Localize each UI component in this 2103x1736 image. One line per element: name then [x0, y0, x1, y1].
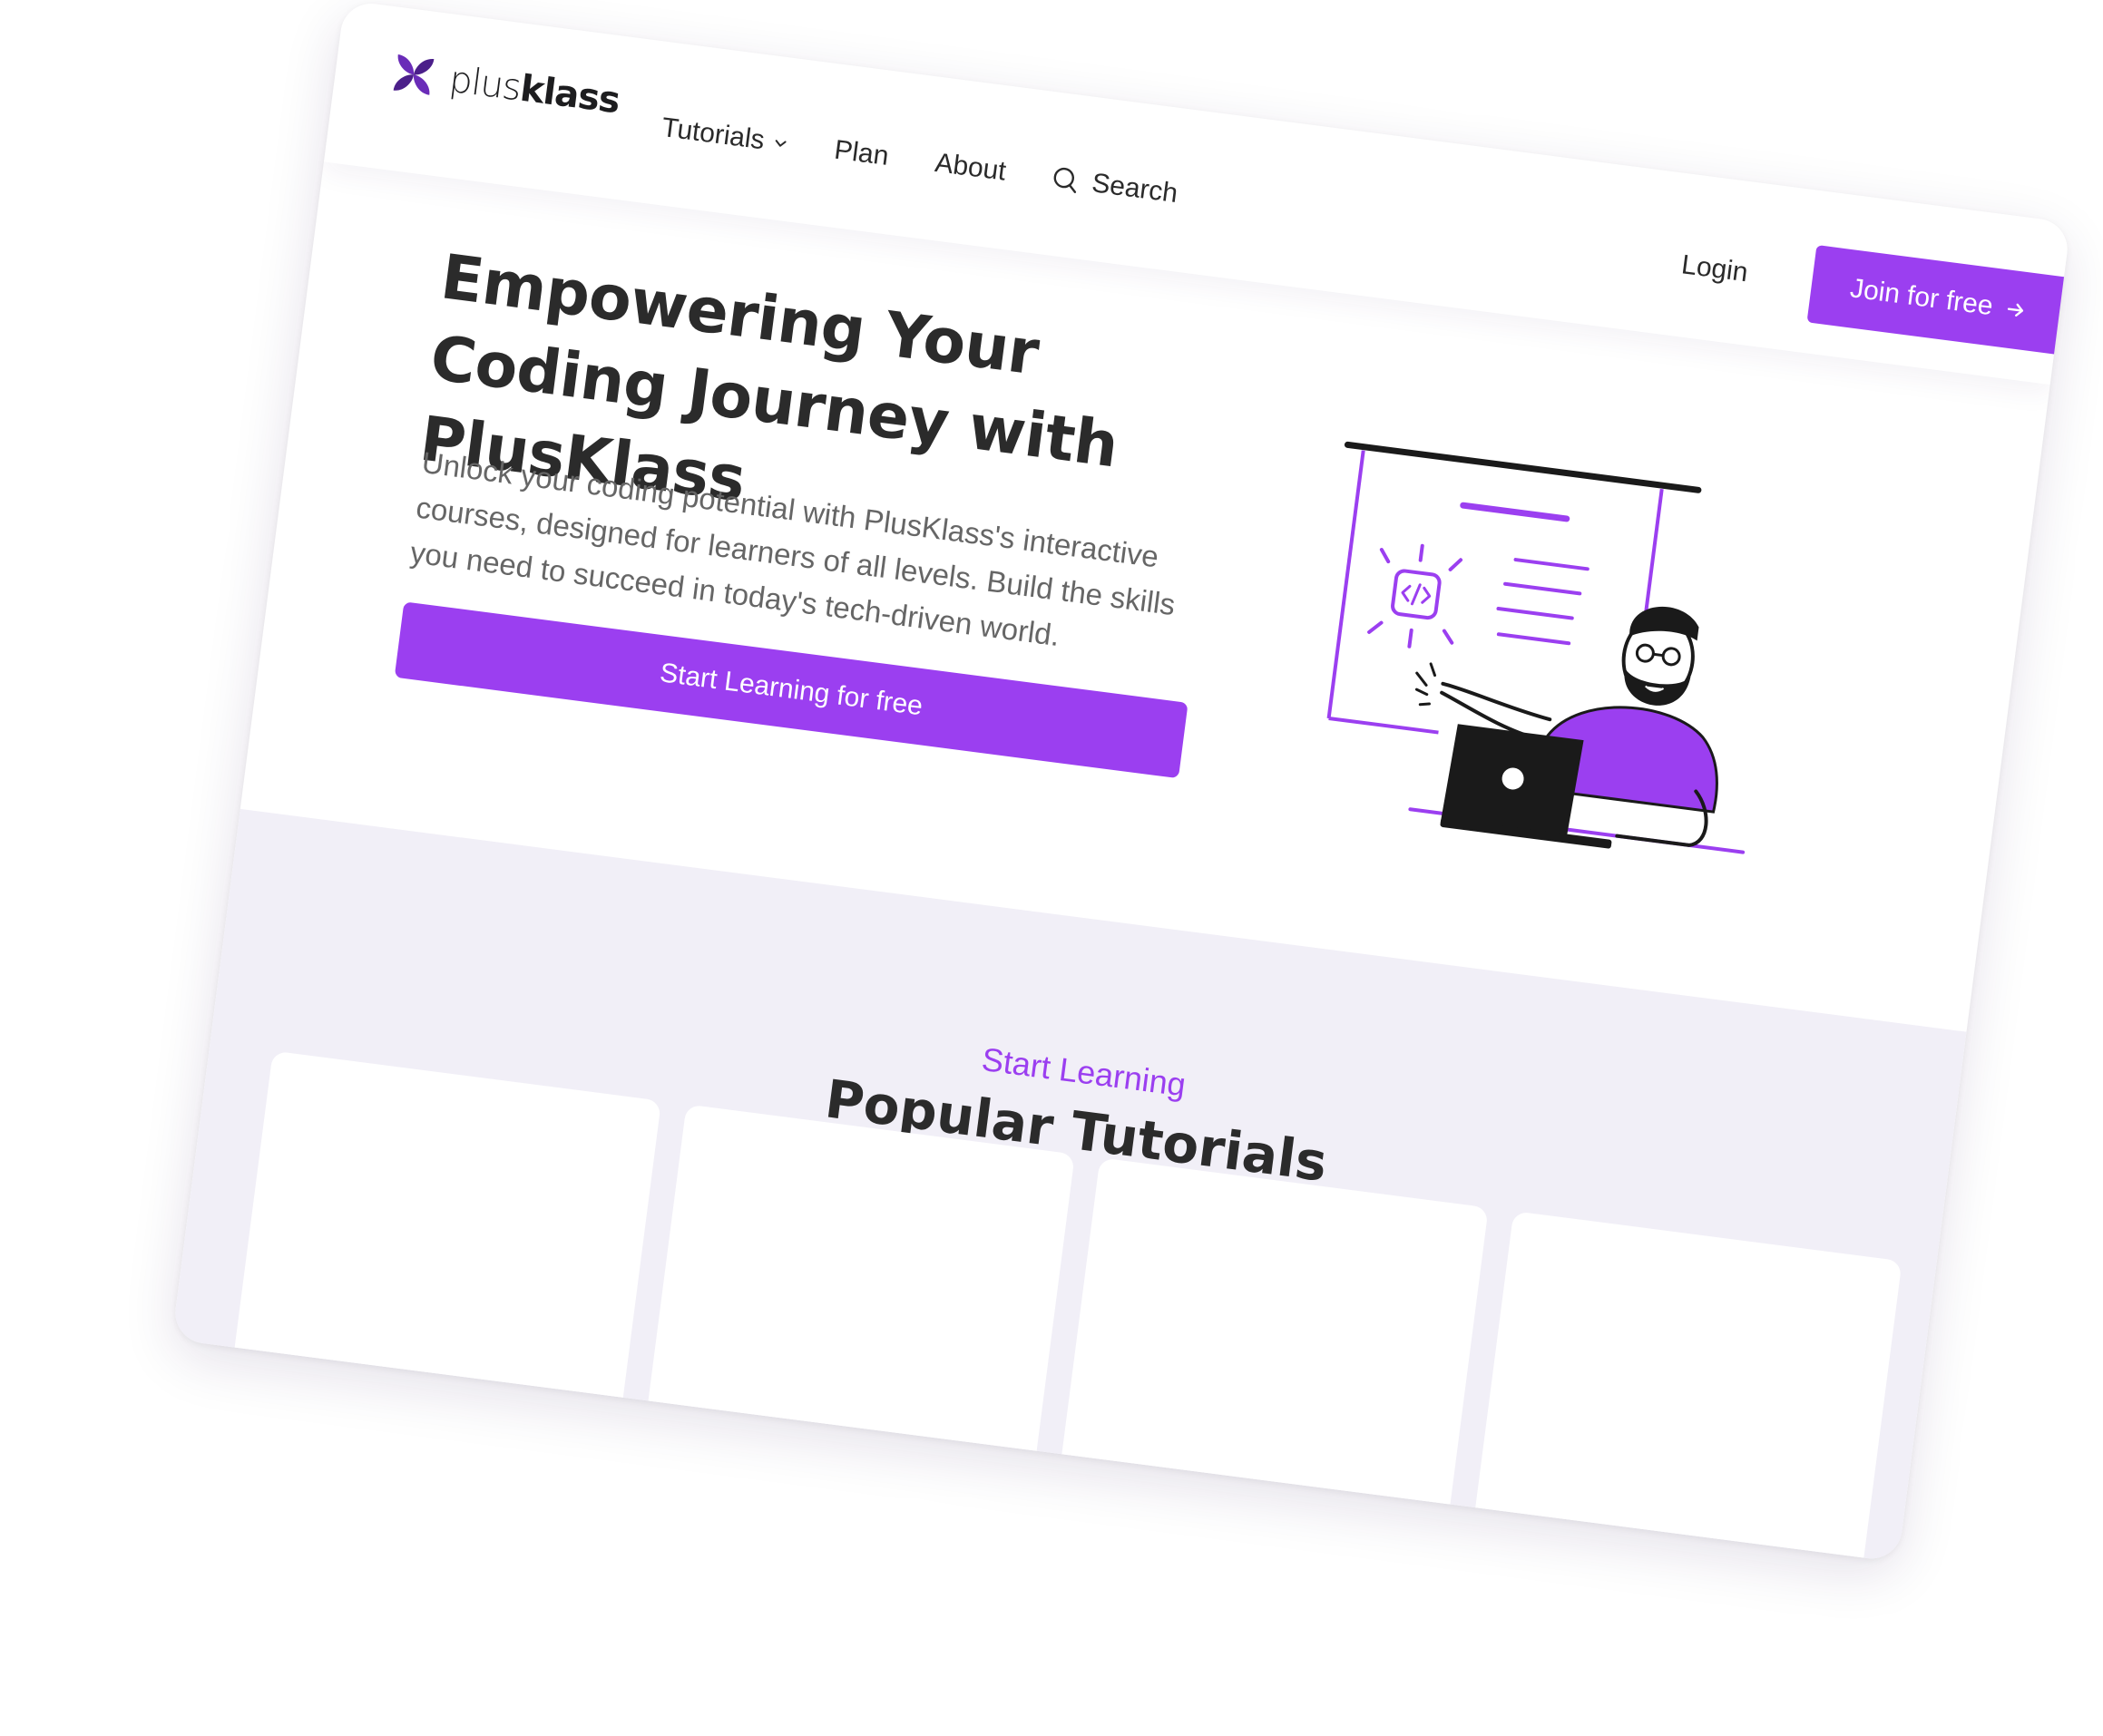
browser-page: plusklass Tutorials Plan About Search Lo… [171, 0, 2071, 1563]
nav-search-label: Search [1090, 168, 1180, 210]
join-button-label: Join for free [1848, 273, 1995, 322]
nav-plan-label: Plan [832, 134, 891, 171]
tutorial-card-4[interactable] [1472, 1211, 1902, 1563]
code-icon [1391, 569, 1442, 620]
nav-tutorials-label: Tutorials [660, 112, 767, 156]
hero-illustration [1326, 441, 1746, 854]
screenshot-stage: plusklass Tutorials Plan About Search Lo… [0, 0, 2103, 1736]
cta-label: Start Learning for free [658, 658, 924, 722]
chevron-down-icon [775, 140, 787, 147]
arrow-right-icon [2008, 303, 2024, 317]
logo-text-bold: klass [517, 67, 622, 122]
nav-search[interactable]: Search [1051, 163, 1179, 210]
logo-text-light: plus [446, 58, 523, 110]
tutorial-card-2[interactable] [644, 1104, 1075, 1478]
logo-wordmark: plusklass [447, 59, 622, 122]
nav-plan[interactable]: Plan [833, 135, 891, 172]
nav-about[interactable]: About [934, 148, 1008, 188]
tutorial-card-1[interactable] [230, 1050, 662, 1425]
search-icon [1053, 167, 1077, 194]
plusklass-logo-icon [387, 48, 440, 101]
join-for-free-button[interactable]: Join for free [1806, 245, 2070, 356]
nav-tutorials[interactable]: Tutorials [660, 112, 789, 160]
logo-link[interactable]: plusklass [387, 48, 622, 124]
tutorial-card-3[interactable] [1058, 1157, 1489, 1532]
login-link[interactable]: Login [1679, 249, 1750, 288]
main-nav: Tutorials Plan About Search [660, 112, 1226, 216]
nav-about-label: About [933, 147, 1008, 187]
